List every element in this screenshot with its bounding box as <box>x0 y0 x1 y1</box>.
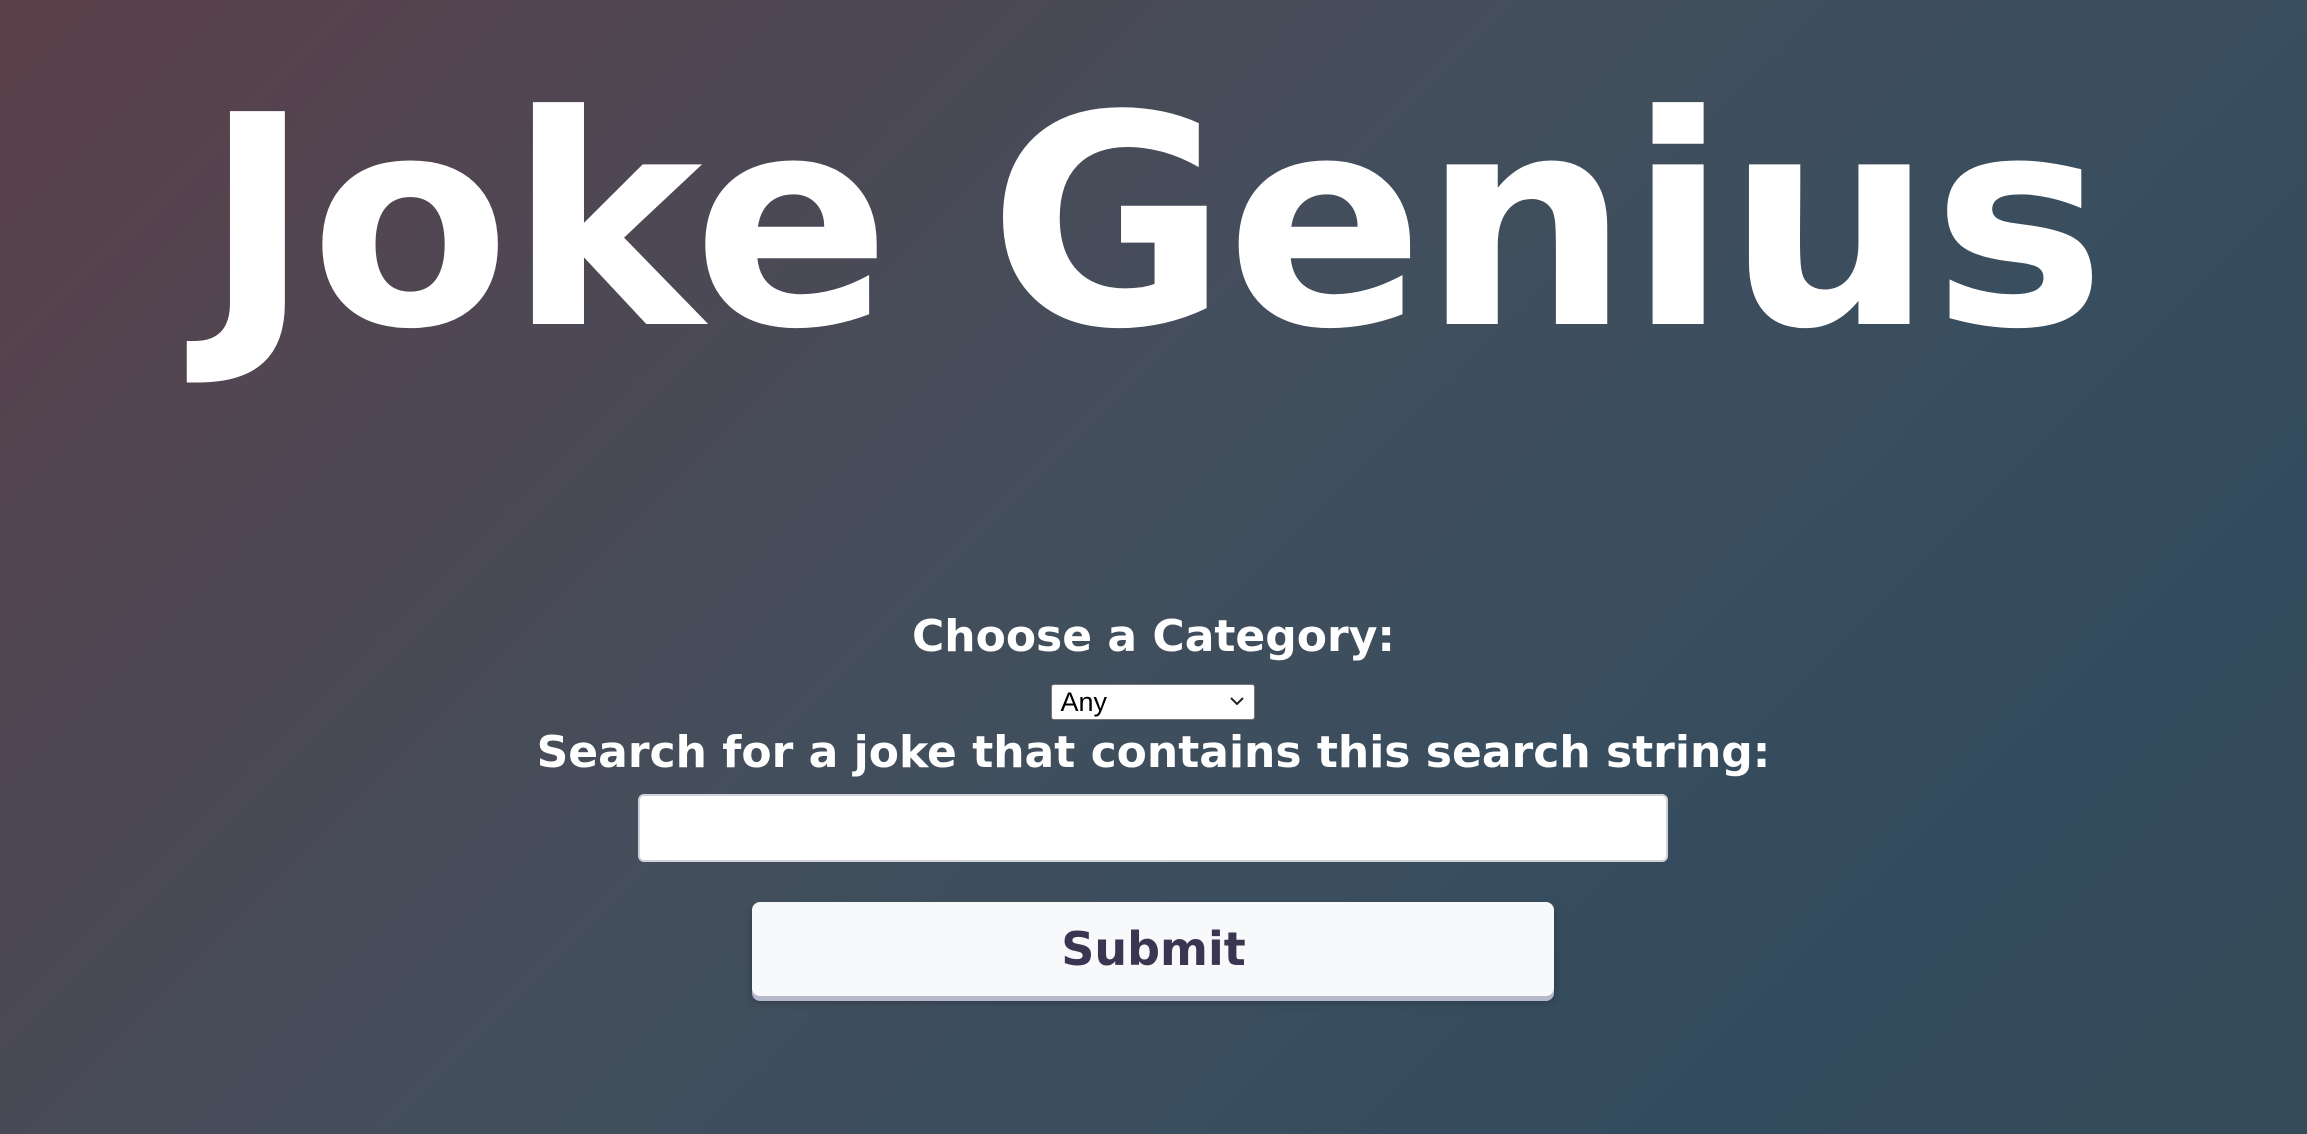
page: Joke Genius Choose a Category: Any Searc… <box>0 0 2307 1134</box>
joke-search-form: Choose a Category: Any Search for a joke… <box>536 610 1771 996</box>
category-select-value: Any <box>1060 687 1108 717</box>
search-label: Search for a joke that contains this sea… <box>536 727 1771 778</box>
category-select[interactable]: Any <box>1051 684 1256 720</box>
page-title: Joke Genius <box>203 53 2106 393</box>
category-label: Choose a Category: <box>911 611 1395 662</box>
search-input[interactable] <box>638 794 1669 862</box>
chevron-down-icon <box>1230 697 1245 706</box>
submit-button[interactable]: Submit <box>752 902 1555 996</box>
